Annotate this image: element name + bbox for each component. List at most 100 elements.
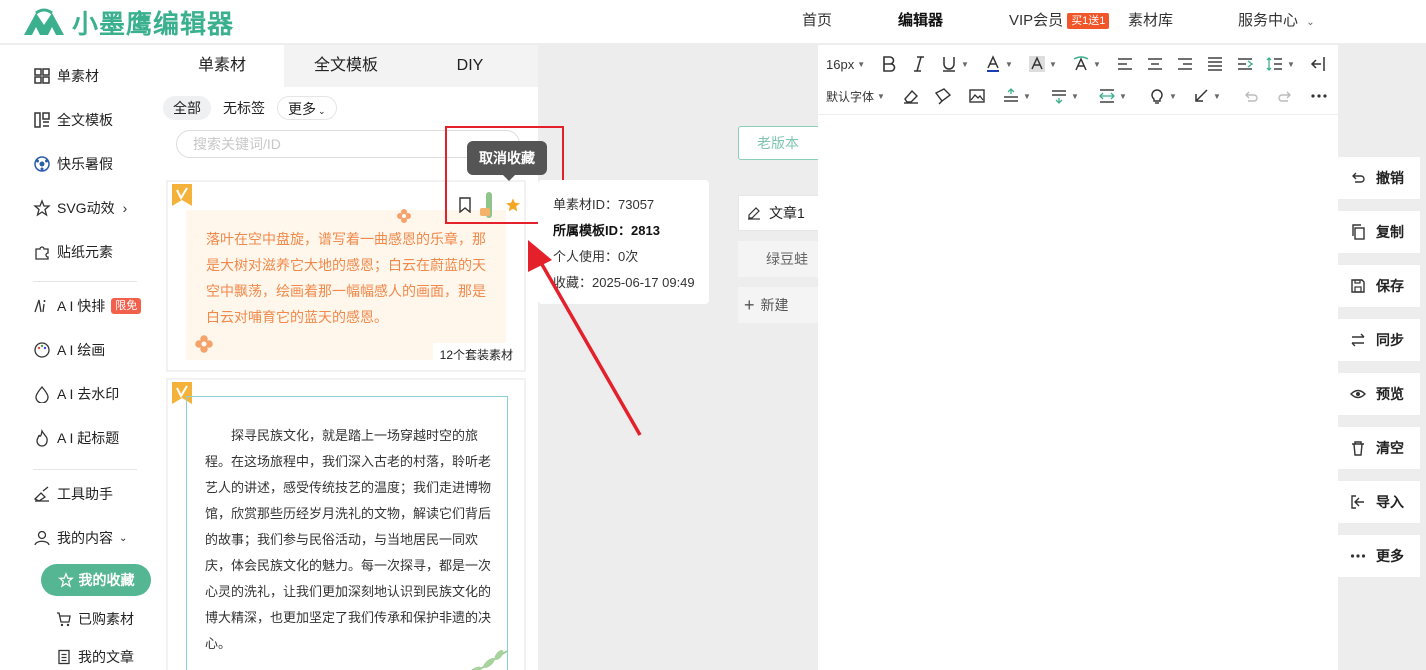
image-icon <box>969 89 985 103</box>
trash-icon <box>1352 441 1364 456</box>
puzzle-icon <box>35 246 49 260</box>
background-color-button[interactable]: ▼ <box>1028 55 1057 73</box>
bulb-button[interactable]: ▼ <box>1148 87 1177 105</box>
more-toolbar-button[interactable] <box>1310 87 1328 105</box>
filter-more[interactable]: 更多 ⌄ <box>277 96 337 120</box>
leaf-decoration-icon <box>468 650 508 670</box>
chevron-down-icon: ▼ <box>1093 59 1101 69</box>
sidebar-item-ai-layout[interactable]: A I 快排 限免 <box>33 295 142 317</box>
sidebar-item-label: 快乐暑假 <box>57 156 113 172</box>
sidebar-item-tools[interactable]: 工具助手 <box>33 483 113 505</box>
line-height-button[interactable]: ▼ <box>1266 55 1295 73</box>
save-button[interactable]: 保存 <box>1338 265 1420 307</box>
card-preview-text: 落叶在空中盘旋，谱写着一曲感恩的乐章，那是大树对滋养它大地的感恩；白云在蔚蓝的天… <box>206 231 486 325</box>
drop-icon <box>35 386 49 403</box>
chevron-down-icon: ⌄ <box>318 106 326 116</box>
arrow-button[interactable]: ▼ <box>1192 87 1221 105</box>
text-effect-button[interactable]: ▼ <box>1072 55 1101 73</box>
font-family-select[interactable]: 默认字体 ▼ <box>826 88 885 105</box>
new-article-label: 新建 <box>760 297 789 313</box>
material-id-row: 单素材ID：73057 <box>553 192 709 218</box>
justify-button[interactable] <box>1206 55 1224 73</box>
filter-bar: 全部 无标签 更多 ⌄ <box>163 96 339 120</box>
user-icon <box>34 530 50 546</box>
vip-promo-badge: 买1送1 <box>1067 13 1110 30</box>
new-article-button[interactable]: + 新建 <box>738 287 822 323</box>
nav-home[interactable]: 首页 <box>802 0 832 44</box>
spacing-top-button[interactable]: ▼ <box>1002 87 1031 105</box>
tools-icon <box>33 486 49 502</box>
more-button[interactable]: 更多 <box>1338 535 1420 577</box>
sidebar-item-summer[interactable]: 快乐暑假 <box>33 153 113 175</box>
tab-full-template[interactable]: 全文模板 <box>284 45 408 87</box>
editor-canvas[interactable]: 16px ▼ ▼ ▼ ▼ ▼ ▼ 默认字体 ▼ ▼ ▼ ▼ ▼ ▼ <box>818 45 1338 670</box>
logo[interactable]: 小墨鹰编辑器 <box>22 4 234 41</box>
sidebar-item-full-template[interactable]: 全文模板 <box>33 109 113 131</box>
nav-library[interactable]: 素材库 <box>1128 0 1173 44</box>
spacing-bottom-button[interactable]: ▼ <box>1050 87 1079 105</box>
import-button[interactable]: 导入 <box>1338 481 1420 523</box>
import-icon <box>1351 495 1364 509</box>
template-icon <box>34 112 50 128</box>
indent-button[interactable] <box>1236 55 1254 73</box>
italic-button[interactable] <box>910 55 928 73</box>
more-label: 更多 <box>1376 548 1404 564</box>
font-color-button[interactable]: ▼ <box>984 55 1013 73</box>
sync-icon <box>1351 333 1365 347</box>
sidebar-item-label: A I 绘画 <box>57 342 106 358</box>
tab-diy[interactable]: DIY <box>408 45 532 87</box>
underline-button[interactable]: ▼ <box>940 55 969 73</box>
sidebar-item-my-content[interactable]: 我的内容 ⌄ <box>33 527 127 549</box>
align-center-button[interactable] <box>1146 55 1164 73</box>
sidebar-item-ai-paint[interactable]: A I 绘画 <box>33 339 105 361</box>
article-item[interactable]: 绿豆蛙 <box>738 241 822 277</box>
redo-toolbar-button[interactable] <box>1276 87 1294 105</box>
template-id-label: 所属模板ID： <box>553 223 632 238</box>
nav-service[interactable]: 服务中心 ⌄ <box>1238 0 1315 44</box>
filter-all[interactable]: 全部 <box>163 96 211 120</box>
old-version-button[interactable]: 老版本 <box>738 126 824 160</box>
undo-button[interactable]: 撤销 <box>1338 157 1420 199</box>
save-label: 保存 <box>1376 278 1404 294</box>
free-badge: 限免 <box>111 298 142 314</box>
article-item[interactable]: 文章1 <box>738 195 822 231</box>
grid-icon <box>34 68 50 84</box>
sync-button[interactable]: 同步 <box>1338 319 1420 361</box>
card-preview: 落叶在空中盘旋，谱写着一曲感恩的乐章，那是大树对滋养它大地的感恩；白云在蔚蓝的天… <box>186 209 506 360</box>
material-card[interactable]: 探寻民族文化，就是踏上一场穿越时空的旅程。在这场旅程中，我们深入古老的村落，聆听… <box>166 378 526 670</box>
align-right-button[interactable] <box>1176 55 1194 73</box>
sidebar-item-my-articles[interactable]: 我的文章 <box>56 647 134 667</box>
sidebar-item-label: A I 快排 <box>57 298 106 314</box>
sidebar-item-purchased[interactable]: 已购素材 <box>56 609 134 629</box>
format-painter-button[interactable] <box>934 87 952 105</box>
nav-vip[interactable]: VIP会员 买1送1 <box>1009 0 1110 44</box>
material-id-label: 单素材ID： <box>553 197 619 212</box>
letter-spacing-button[interactable]: ▼ <box>1098 87 1127 105</box>
copy-button[interactable]: 复制 <box>1338 211 1420 253</box>
sidebar-item-svg[interactable]: SVG动效 › <box>33 197 127 219</box>
bold-button[interactable] <box>880 55 898 73</box>
eagle-logo-icon <box>24 8 64 35</box>
exit-button[interactable] <box>1310 55 1328 73</box>
clear-format-button[interactable] <box>902 87 920 105</box>
tab-single-material[interactable]: 单素材 <box>160 45 284 87</box>
insert-image-button[interactable] <box>968 87 986 105</box>
logo-text: 小墨鹰编辑器 <box>72 9 235 39</box>
nav-editor[interactable]: 编辑器 <box>898 0 943 44</box>
sidebar-item-ai-watermark[interactable]: A I 去水印 <box>33 383 119 405</box>
font-size-select[interactable]: 16px ▼ <box>826 57 865 72</box>
material-tabs: 单素材 全文模板 DIY <box>160 45 538 87</box>
sidebar-item-stickers[interactable]: 贴纸元素 <box>33 241 113 263</box>
align-left-button[interactable] <box>1116 55 1134 73</box>
sync-label: 同步 <box>1376 332 1404 348</box>
eraser-icon <box>904 89 918 104</box>
preview-button[interactable]: 预览 <box>1338 373 1420 415</box>
filter-untagged[interactable]: 无标签 <box>213 96 275 120</box>
sidebar-item-ai-title[interactable]: A I 起标题 <box>33 427 119 449</box>
exit-icon <box>1310 57 1325 71</box>
sidebar-item-single-material[interactable]: 单素材 <box>33 65 99 87</box>
sidebar-item-label: 工具助手 <box>57 486 113 502</box>
undo-toolbar-button[interactable] <box>1242 87 1260 105</box>
sidebar-item-favorites[interactable]: 我的收藏 <box>41 564 151 596</box>
clear-button[interactable]: 清空 <box>1338 427 1420 469</box>
